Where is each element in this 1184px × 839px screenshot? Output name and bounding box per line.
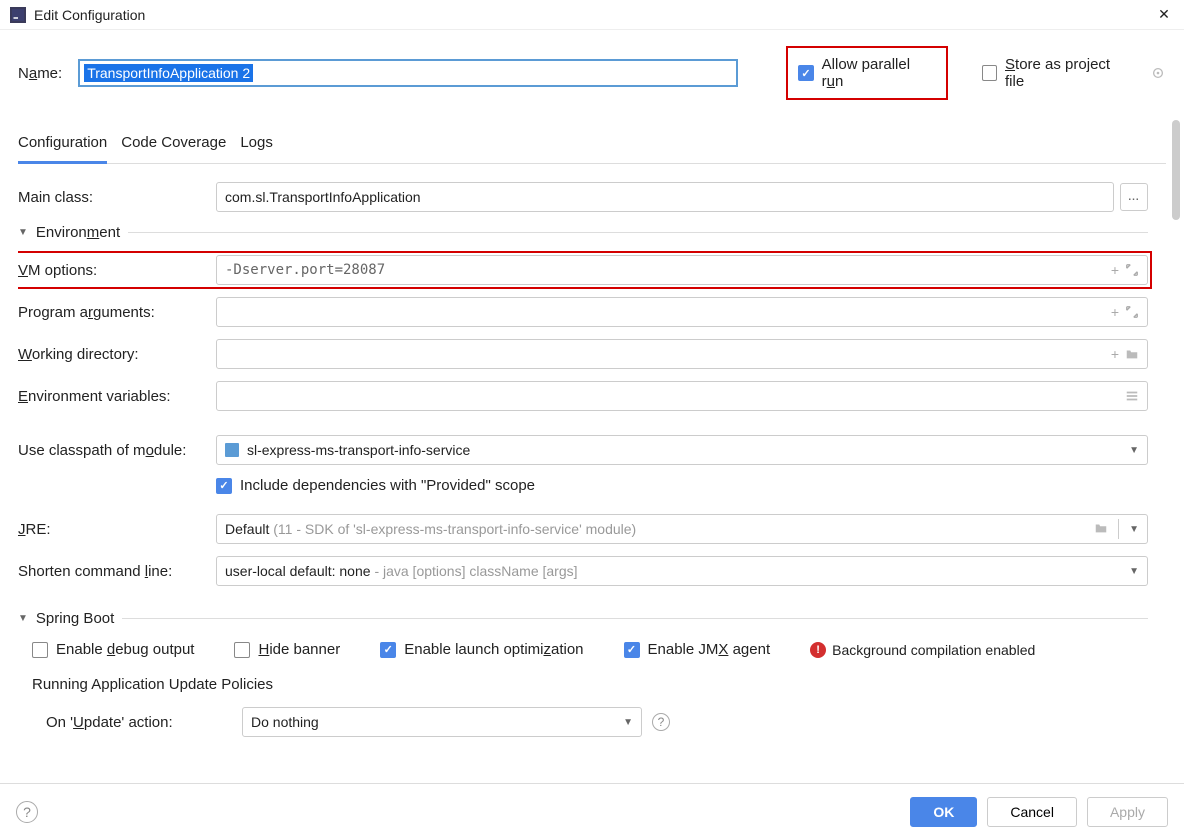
working-dir-row: Working directory: + [18,339,1148,369]
checkbox-icon [216,478,232,494]
enable-jmx-checkbox[interactable]: Enable JMX agent [624,641,771,658]
vm-options-row: VM options: -Dserver.port=28087 + [18,255,1148,285]
main-class-input[interactable]: com.sl.TransportInfoApplication [216,182,1114,212]
chevron-down-icon: ▼ [1129,445,1139,456]
warning-icon: ! [810,642,826,658]
shorten-label: Shorten command line: [18,563,216,580]
expand-icon[interactable] [1125,304,1139,320]
ok-button[interactable]: OK [910,797,977,827]
classpath-label: Use classpath of module: [18,442,216,459]
allow-parallel-checkbox[interactable]: Allow parallel run [798,56,931,90]
add-icon[interactable]: + [1111,304,1119,320]
vm-options-label: VM options: [18,262,216,279]
env-vars-row: Environment variables: [18,381,1148,411]
store-as-project-checkbox[interactable]: Store as project file [982,56,1129,90]
environment-section[interactable]: ▼ Environment [18,224,1148,241]
jre-row: JRE: Default (11 - SDK of 'sl-express-ms… [18,514,1148,544]
classpath-select[interactable]: sl-express-ms-transport-info-service ▼ [216,435,1148,465]
help-button[interactable]: ? [16,801,38,823]
on-update-select[interactable]: Do nothing ▼ [242,707,642,737]
tab-code-coverage[interactable]: Code Coverage [121,128,226,163]
shorten-select[interactable]: user-local default: none - java [options… [216,556,1148,586]
vm-options-highlight: VM options: -Dserver.port=28087 + [18,251,1152,289]
working-dir-input[interactable]: + [216,339,1148,369]
help-icon[interactable]: ? [652,713,670,731]
close-button[interactable]: ✕ [1154,6,1174,23]
program-args-label: Program arguments: [18,304,216,321]
browse-main-class-button[interactable]: ... [1120,183,1148,211]
main-class-label: Main class: [18,189,216,206]
chevron-down-icon: ▼ [1129,566,1139,577]
main-class-row: Main class: com.sl.TransportInfoApplicat… [18,182,1148,212]
module-icon [225,443,239,457]
classpath-row: Use classpath of module: sl-express-ms-t… [18,435,1148,465]
checkbox-icon [798,65,813,81]
program-args-row: Program arguments: + [18,297,1148,327]
working-dir-label: Working directory: [18,346,216,363]
enable-launch-checkbox[interactable]: Enable launch optimization [380,641,583,658]
checkbox-icon [32,642,48,658]
chevron-down-icon: ▼ [623,717,633,728]
name-row: Name: TransportInfoApplication 2 Allow p… [18,46,1166,100]
add-icon[interactable]: + [1111,346,1119,362]
shorten-row: Shorten command line: user-local default… [18,556,1148,586]
on-update-label: On 'Update' action: [46,714,242,731]
list-icon[interactable] [1125,389,1139,403]
expand-icon[interactable] [1125,262,1139,278]
add-icon[interactable]: + [1111,262,1119,278]
spring-checkboxes: Enable debug output Hide banner Enable l… [32,641,1148,658]
tab-logs[interactable]: Logs [240,128,273,163]
app-icon [10,7,26,23]
env-vars-input[interactable] [216,381,1148,411]
checkbox-icon [380,642,396,658]
enable-debug-checkbox[interactable]: Enable debug output [32,641,194,658]
tab-configuration[interactable]: Configuration [18,128,107,164]
cancel-button[interactable]: Cancel [987,797,1077,827]
chevron-down-icon: ▼ [1129,524,1139,535]
spring-boot-section[interactable]: ▼ Spring Boot [18,610,1148,627]
checkbox-icon [982,65,997,81]
dialog-title: Edit Configuration [34,7,1154,23]
dialog-content: Name: TransportInfoApplication 2 Allow p… [0,30,1184,778]
gear-icon[interactable] [1151,65,1166,81]
tabs: Configuration Code Coverage Logs [18,128,1166,164]
name-input[interactable]: TransportInfoApplication 2 [78,59,738,87]
folder-icon[interactable] [1125,346,1139,362]
jre-label: JRE: [18,521,216,538]
checkbox-icon [234,642,250,658]
hide-banner-checkbox[interactable]: Hide banner [234,641,340,658]
program-args-input[interactable]: + [216,297,1148,327]
bg-compile-label: Background compilation enabled [832,642,1035,658]
env-vars-label: Environment variables: [18,388,216,405]
name-label: Name: [18,65,62,82]
include-provided-checkbox[interactable]: Include dependencies with "Provided" sco… [216,477,1148,494]
include-provided-row: Include dependencies with "Provided" sco… [216,477,1148,494]
chevron-down-icon: ▼ [18,227,28,238]
dialog-footer: ? OK Cancel Apply [0,783,1184,839]
apply-button[interactable]: Apply [1087,797,1168,827]
allow-parallel-highlight: Allow parallel run [786,46,947,100]
policies-label: Running Application Update Policies [32,676,1148,693]
scrollbar[interactable] [1172,120,1180,220]
form-area: Main class: com.sl.TransportInfoApplicat… [18,182,1166,778]
title-bar: Edit Configuration ✕ [0,0,1184,30]
vm-options-input[interactable]: -Dserver.port=28087 + [216,255,1148,285]
jre-select[interactable]: Default (11 - SDK of 'sl-express-ms-tran… [216,514,1148,544]
checkbox-icon [624,642,640,658]
folder-icon[interactable] [1094,521,1108,538]
chevron-down-icon: ▼ [18,613,28,624]
on-update-row: On 'Update' action: Do nothing ▼ ? [46,707,1148,737]
